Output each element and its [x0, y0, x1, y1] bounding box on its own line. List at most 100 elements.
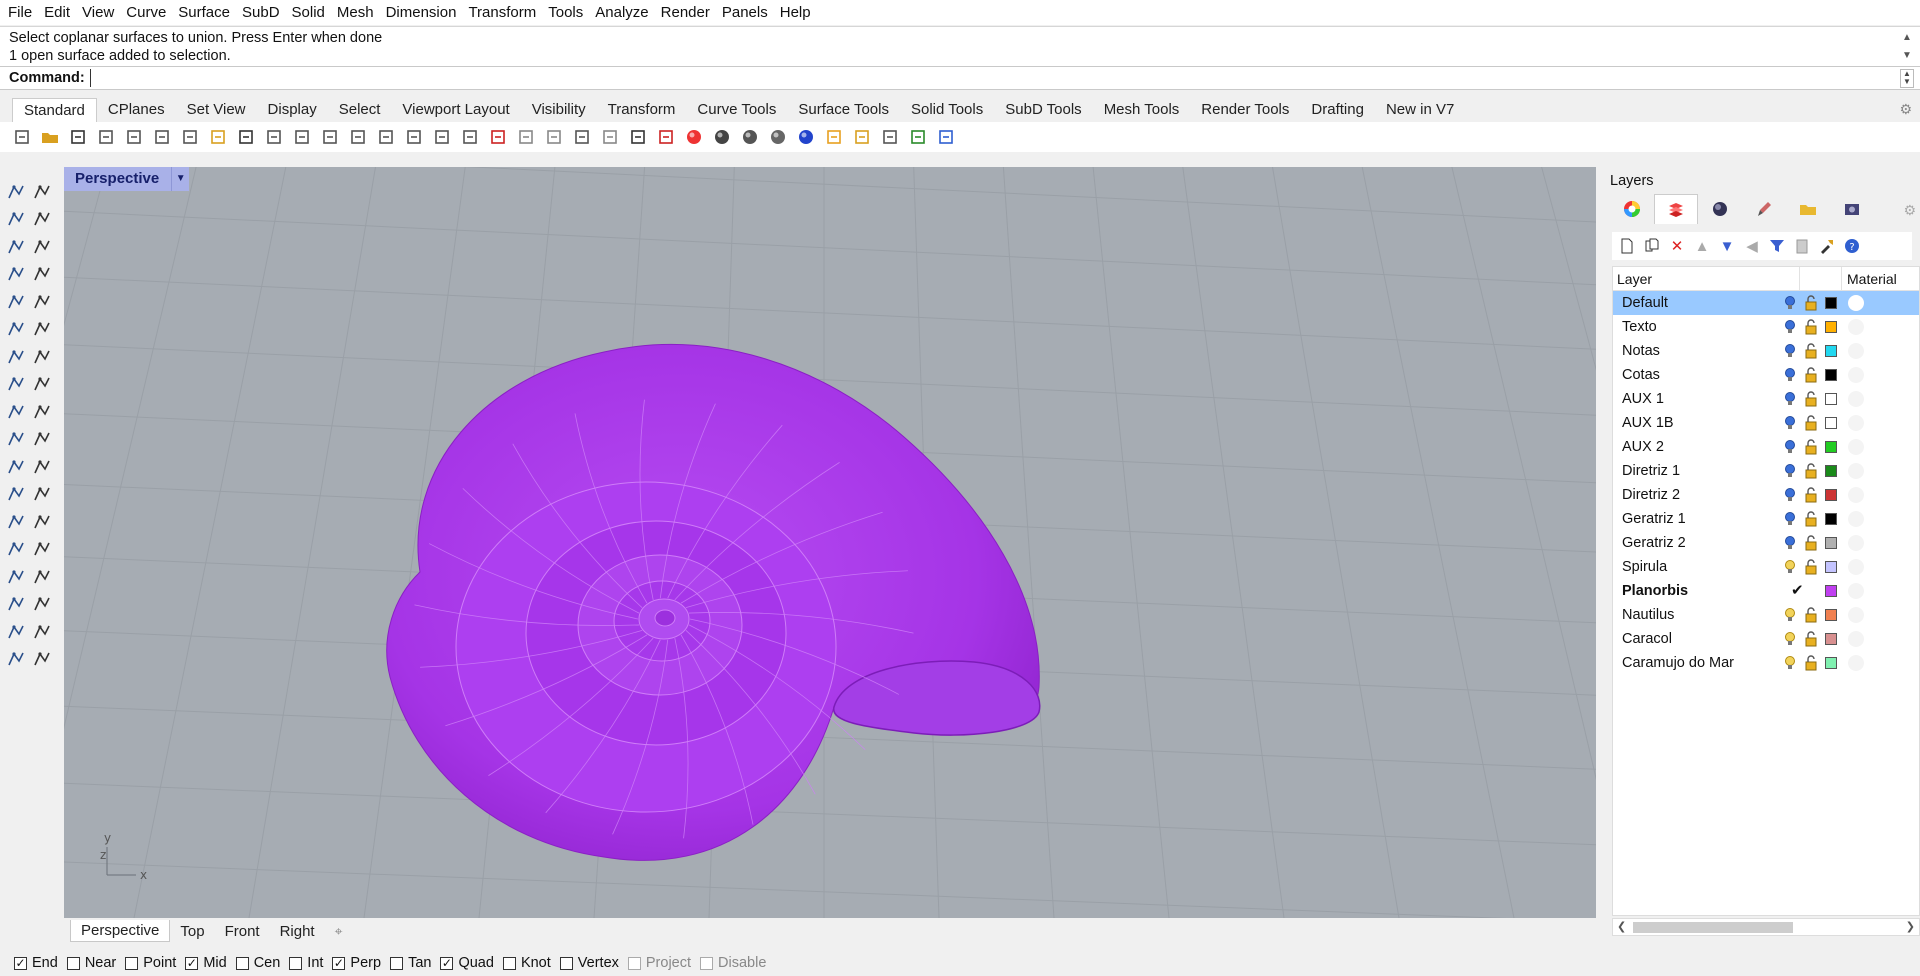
checkbox-icon[interactable]: [235, 956, 249, 970]
viewport-title[interactable]: Perspective ▼: [64, 167, 190, 191]
help-icon[interactable]: [934, 125, 958, 149]
column-material[interactable]: Material: [1847, 271, 1897, 287]
checkbox-icon[interactable]: ✓: [185, 956, 199, 970]
settings-icon[interactable]: [850, 125, 874, 149]
car-icon[interactable]: [486, 125, 510, 149]
layer-name[interactable]: Cotas: [1622, 367, 1660, 383]
layer-color-swatch[interactable]: [1825, 561, 1837, 573]
light-bulb-icon[interactable]: [1783, 391, 1797, 407]
render-globe-icon[interactable]: [906, 125, 930, 149]
lock-icon[interactable]: [1804, 559, 1818, 575]
layer-name[interactable]: Diretriz 2: [1622, 487, 1680, 503]
tab-surface-tools[interactable]: Surface Tools: [787, 98, 900, 122]
viewport-title-label[interactable]: Perspective: [64, 167, 172, 191]
analyze-icon[interactable]: [5, 621, 27, 643]
material-swatch[interactable]: [1848, 583, 1864, 599]
column-layer[interactable]: Layer: [1617, 271, 1652, 287]
tweak-icon[interactable]: [32, 428, 54, 450]
edit-icon[interactable]: [5, 428, 27, 450]
osnap-knot[interactable]: Knot: [502, 955, 551, 971]
layer-color-swatch[interactable]: [1825, 465, 1837, 477]
light-bulb-icon[interactable]: [1783, 487, 1797, 503]
tab-transform[interactable]: Transform: [597, 98, 687, 122]
layer-name[interactable]: Caracol: [1622, 631, 1672, 647]
tab-render-tools[interactable]: Render Tools: [1190, 98, 1300, 122]
checkbox-icon[interactable]: [125, 956, 139, 970]
layer-row[interactable]: Diretriz 1: [1613, 459, 1919, 483]
layer-name[interactable]: Texto: [1622, 319, 1657, 335]
dimension-icon[interactable]: [822, 125, 846, 149]
layer-row[interactable]: Diretriz 2: [1613, 483, 1919, 507]
points-icon[interactable]: [570, 125, 594, 149]
tab-named-views[interactable]: [1830, 194, 1874, 224]
viewport-tab-top[interactable]: Top: [170, 921, 214, 942]
menu-surface[interactable]: Surface: [174, 0, 234, 25]
boolean-icon[interactable]: [32, 346, 54, 368]
layer-name[interactable]: AUX 1B: [1622, 415, 1674, 431]
material-swatch[interactable]: [1848, 343, 1864, 359]
tab-display[interactable]: Display: [257, 98, 328, 122]
tab-viewport-layout[interactable]: Viewport Layout: [391, 98, 520, 122]
chevron-right-icon[interactable]: ❯: [1906, 920, 1915, 933]
layer-name[interactable]: Spirula: [1622, 559, 1667, 575]
tab-visibility[interactable]: Visibility: [521, 98, 597, 122]
light-bulb-icon[interactable]: [1783, 463, 1797, 479]
checkbox-icon[interactable]: [502, 956, 516, 970]
fire-icon[interactable]: [32, 401, 54, 423]
tab-materials[interactable]: [1742, 194, 1786, 224]
material-swatch[interactable]: [1848, 511, 1864, 527]
transform-icon[interactable]: [5, 538, 27, 560]
layer-name[interactable]: Default: [1622, 295, 1668, 311]
layer-row[interactable]: Planorbis ✔: [1613, 579, 1919, 603]
layer-row[interactable]: Caramujo do Mar: [1613, 651, 1919, 675]
array-icon[interactable]: [32, 566, 54, 588]
text-icon[interactable]: [5, 511, 27, 533]
circle-icon[interactable]: [5, 236, 27, 258]
layer-name[interactable]: Geratriz 2: [1622, 535, 1686, 551]
tab-subd-tools[interactable]: SubD Tools: [994, 98, 1092, 122]
checkbox-icon[interactable]: ✓: [440, 956, 454, 970]
gear-icon[interactable]: ⚙: [1899, 101, 1912, 118]
light-bulb-icon[interactable]: [1783, 319, 1797, 335]
sphere-icon[interactable]: [5, 456, 27, 478]
sphere-wire-icon[interactable]: [710, 125, 734, 149]
layer-name[interactable]: Diretriz 1: [1622, 463, 1680, 479]
copy-icon[interactable]: [178, 125, 202, 149]
lock-icon[interactable]: [1804, 655, 1818, 671]
layer-color-swatch[interactable]: [1825, 345, 1837, 357]
material-swatch[interactable]: [1848, 295, 1864, 311]
add-tab-icon[interactable]: ⌖: [325, 923, 343, 940]
material-swatch[interactable]: [1848, 463, 1864, 479]
viewport-tab-right[interactable]: Right: [270, 921, 325, 942]
menu-render[interactable]: Render: [657, 0, 714, 25]
osnap-near[interactable]: Near: [66, 955, 116, 971]
lock-icon[interactable]: [1804, 319, 1818, 335]
free-curve-icon[interactable]: [32, 291, 54, 313]
layer-horizontal-scrollbar[interactable]: ❮ ❯: [1612, 918, 1920, 936]
layer-row[interactable]: AUX 2: [1613, 435, 1919, 459]
tab-library[interactable]: [1786, 194, 1830, 224]
menu-help[interactable]: Help: [776, 0, 815, 25]
lock-icon[interactable]: [1804, 367, 1818, 383]
layer-name[interactable]: Nautilus: [1622, 607, 1674, 623]
move-view-icon[interactable]: [290, 125, 314, 149]
layer-color-swatch[interactable]: [1825, 657, 1837, 669]
menu-panels[interactable]: Panels: [718, 0, 772, 25]
help-icon[interactable]: ?: [1841, 235, 1863, 257]
tab-curve-tools[interactable]: Curve Tools: [686, 98, 787, 122]
lock-icon[interactable]: [1804, 415, 1818, 431]
light-bulb-icon[interactable]: [1783, 367, 1797, 383]
osnap-project[interactable]: Project: [627, 955, 691, 971]
render-box-icon[interactable]: [5, 648, 27, 670]
osnap-quad[interactable]: ✓ Quad: [440, 955, 494, 971]
material-swatch[interactable]: [1848, 367, 1864, 383]
layer-row[interactable]: Cotas: [1613, 363, 1919, 387]
layer-color-swatch[interactable]: [1825, 297, 1837, 309]
undo-icon[interactable]: [234, 125, 258, 149]
layer-color-swatch[interactable]: [1825, 609, 1837, 621]
material-swatch[interactable]: [1848, 631, 1864, 647]
zoom-extents-icon[interactable]: [374, 125, 398, 149]
menu-edit[interactable]: Edit: [40, 0, 74, 25]
tab-cplanes[interactable]: CPlanes: [97, 98, 176, 122]
light-bulb-icon[interactable]: [1783, 439, 1797, 455]
